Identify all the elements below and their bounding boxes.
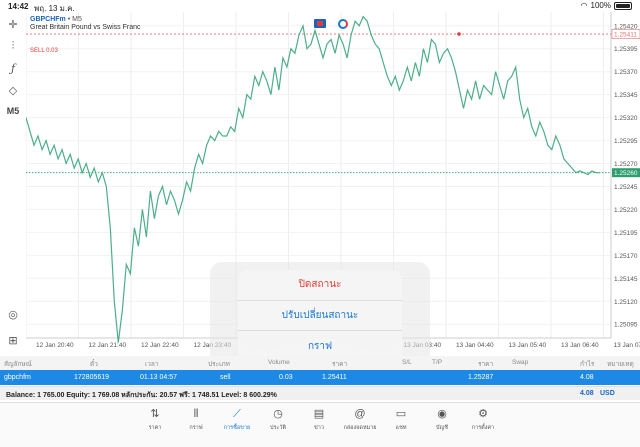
chat-icon: ▭ bbox=[395, 408, 407, 420]
timeframe-button[interactable]: M5 bbox=[4, 103, 22, 119]
x-tick-label: 13 Jan 07:40 bbox=[614, 342, 640, 349]
y-tick-label: 1.25145 bbox=[614, 276, 638, 283]
one-click-icon[interactable] bbox=[338, 19, 348, 29]
header-price-open: ราคา bbox=[332, 361, 348, 368]
header-swap: Swap bbox=[512, 359, 529, 366]
nav-mailbox[interactable]: @ กล่องจดหมาย bbox=[340, 407, 380, 432]
quotes-icon: ⇅ bbox=[150, 408, 160, 420]
indicators-icon[interactable]: ƒ bbox=[4, 60, 22, 76]
nav-account[interactable]: ◉ บัญชี bbox=[422, 407, 462, 432]
close-position-button[interactable]: ปิดสถานะ bbox=[238, 270, 402, 301]
crosshair-icon[interactable]: ✛ bbox=[4, 16, 22, 32]
header-comment: หมายเหตุ bbox=[607, 361, 634, 368]
mail-icon: @ bbox=[354, 408, 366, 420]
row-symbol: gbpchfm bbox=[4, 374, 31, 381]
nav-quotes[interactable]: ⇅ ราคา bbox=[135, 407, 175, 432]
nav-trade[interactable]: ⟋ การซื้อขาย bbox=[217, 407, 257, 432]
bottom-nav: ⇅ ราคา ⫴ กราฟ ⟋ การซื้อขาย ◷ ประวัติ ▤ ข่าว @… bbox=[0, 402, 640, 447]
battery-icon bbox=[614, 1, 632, 10]
y-tick-label: 1.25420 bbox=[614, 23, 638, 30]
nav-chat[interactable]: ▭ แชท bbox=[381, 407, 421, 432]
row-price-open: 1.25411 bbox=[322, 374, 347, 381]
position-menu: ปิดสถานะ ปรับเปลี่ยนสถานะ กราฟ bbox=[238, 270, 402, 362]
header-type: ประเภท bbox=[208, 361, 230, 368]
symbol-title: GBPCHFm • M5 bbox=[30, 16, 82, 23]
status-right: ◠ 100% bbox=[581, 1, 632, 10]
header-profit: กำไร bbox=[580, 361, 595, 368]
new-order-icon[interactable]: ⊞ bbox=[4, 332, 22, 348]
modify-position-button[interactable]: ปรับเปลี่ยนสถานะ bbox=[238, 301, 402, 332]
y-tick-label: 1.25120 bbox=[614, 299, 638, 306]
chart-icon: ⫴ bbox=[193, 408, 199, 420]
trade-levels-icon[interactable]: ◎ bbox=[4, 306, 22, 322]
y-tick-label: 1.25345 bbox=[614, 92, 638, 99]
row-price-current: 1.25287 bbox=[468, 374, 494, 381]
gear-icon: ⚙ bbox=[478, 408, 488, 420]
y-tick-label: 1.25220 bbox=[614, 207, 638, 214]
y-tick-label: 1.25295 bbox=[614, 138, 638, 145]
y-tick-label: 1.25270 bbox=[614, 161, 638, 168]
x-tick-label: 12 Jan 20:40 bbox=[36, 342, 74, 349]
row-time: 01.13 04:57 bbox=[140, 374, 177, 381]
news-icon: ▤ bbox=[313, 408, 325, 420]
flag-icon[interactable] bbox=[314, 19, 326, 28]
header-time: เวลา bbox=[145, 361, 159, 368]
wifi-icon: ◠ bbox=[580, 1, 588, 10]
y-tick-label: 1.25370 bbox=[614, 69, 638, 76]
x-tick-label: 13 Jan 05:40 bbox=[509, 342, 547, 349]
symbol-timeframe: M5 bbox=[72, 16, 82, 23]
nav-news[interactable]: ▤ ข่าว bbox=[299, 407, 339, 432]
battery-percent: 100% bbox=[590, 1, 611, 10]
position-row[interactable]: gbpchfm 172805619 01.13 04:57 sell 0.03 … bbox=[0, 370, 640, 385]
balance-text: Balance: 1 765.00 Equity: 1 769.08 หลักป… bbox=[6, 392, 277, 399]
x-tick-label: 13 Jan 06:40 bbox=[561, 342, 599, 349]
header-ticket: ตั๋ว bbox=[90, 361, 98, 368]
y-tick-label: 1.25095 bbox=[614, 322, 638, 329]
trade-icon: ⟋ bbox=[233, 408, 241, 420]
total-profit: 4.08 bbox=[580, 390, 594, 397]
status-time: 14:42 bbox=[8, 2, 29, 11]
header-volume: Volume bbox=[268, 359, 290, 366]
chart-badges bbox=[314, 19, 348, 29]
history-icon: ◷ bbox=[273, 408, 283, 420]
currency-label: USD bbox=[600, 390, 615, 397]
candles-icon[interactable]: ⫶ bbox=[4, 38, 22, 54]
y-tick-label: 1.25170 bbox=[614, 253, 638, 260]
sell-level-label: 1.25411 bbox=[614, 32, 637, 39]
x-tick-label: 12 Jan 21:40 bbox=[89, 342, 127, 349]
objects-icon[interactable]: ◇ bbox=[4, 82, 22, 98]
balance-bar: Balance: 1 765.00 Equity: 1 769.08 หลักป… bbox=[0, 386, 640, 400]
y-tick-label: 1.25195 bbox=[614, 230, 638, 237]
symbol-name: GBPCHFm bbox=[30, 16, 66, 23]
row-ticket: 172805619 bbox=[74, 374, 110, 381]
nav-chart[interactable]: ⫴ กราฟ bbox=[176, 407, 216, 432]
entry-marker bbox=[457, 32, 461, 36]
y-tick-label: 1.25395 bbox=[614, 46, 638, 53]
row-volume: 0.03 bbox=[279, 374, 293, 381]
left-toolbar: ✛ ⫶ ƒ ◇ M5 ◎ ⊞ bbox=[0, 12, 26, 360]
current-price-label: 1.25260 bbox=[614, 170, 638, 177]
status-bar: 14:42 พฤ. 13 ม.ค. ◠ 100% bbox=[0, 0, 640, 13]
row-profit: 4.08 bbox=[580, 374, 594, 381]
account-icon: ◉ bbox=[437, 408, 447, 420]
x-tick-label: 12 Jan 22:40 bbox=[141, 342, 179, 349]
sell-position-label: SELL 0.03 bbox=[30, 48, 58, 54]
header-price-current: ราคา bbox=[478, 361, 494, 368]
positions-header: สัญลักษณ์ ตั๋ว เวลา ประเภท Volume ราคา S… bbox=[0, 356, 640, 370]
symbol-description: Great Britain Pound vs Swiss Franc bbox=[30, 24, 141, 31]
header-tp: T/P bbox=[432, 359, 443, 366]
y-tick-label: 1.25245 bbox=[614, 184, 638, 191]
nav-settings[interactable]: ⚙ การตั้งค่า bbox=[463, 407, 503, 432]
x-tick-label: 13 Jan 04:40 bbox=[456, 342, 494, 349]
header-sl: S/L bbox=[402, 359, 412, 366]
nav-history[interactable]: ◷ ประวัติ bbox=[258, 407, 298, 432]
y-tick-label: 1.25320 bbox=[614, 115, 638, 122]
header-symbol: สัญลักษณ์ bbox=[4, 361, 32, 368]
row-type: sell bbox=[220, 374, 231, 381]
